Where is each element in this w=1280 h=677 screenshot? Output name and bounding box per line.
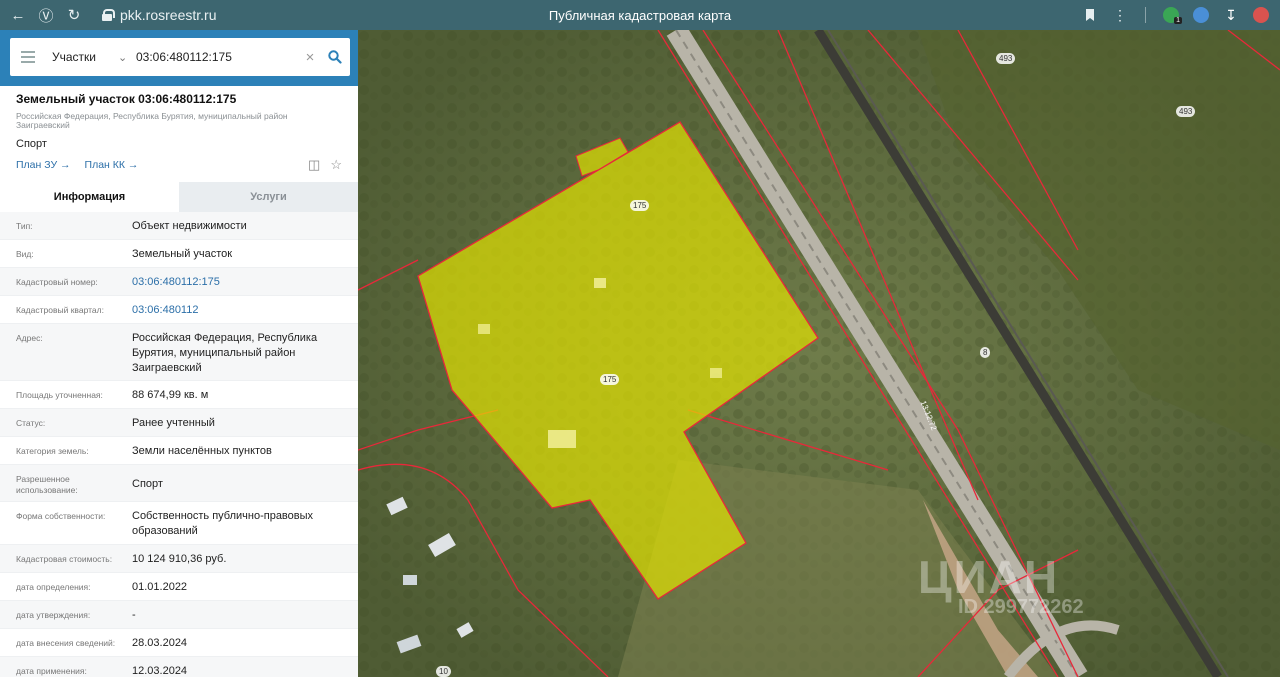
attr-row: Статус: Ранее учтенный [0, 408, 358, 437]
satellite-map [358, 30, 1280, 677]
yandex-icon[interactable]: Ⓥ [32, 0, 60, 30]
attr-value: Земельный участок [132, 247, 233, 260]
object-type-label: Участки [52, 50, 96, 64]
attr-value: Спорт [132, 477, 163, 490]
object-type-select[interactable]: Участки ⌄ [46, 50, 132, 64]
search-bar: Участки ⌄ 03:06:480112:175 × [0, 30, 358, 86]
parcel-number-label: 493 [996, 53, 1016, 64]
extension-badge: 1 [1174, 17, 1182, 24]
lock-icon [102, 9, 115, 21]
attr-label: Кадастровый номер: [16, 276, 98, 287]
plan-links: План ЗУ → План КК → ◫ ☆ [16, 157, 342, 173]
clearing [594, 278, 606, 288]
address-bar[interactable]: pkk.rosreestr.ru [102, 7, 216, 23]
menu-icon[interactable] [10, 38, 46, 76]
attr-label: Форма собственности: [16, 510, 106, 521]
tab-services[interactable]: Услуги [179, 181, 358, 212]
attr-label: дата утверждения: [16, 609, 91, 620]
attr-row: дата внесения сведений: 28.03.2024 [0, 629, 358, 657]
more-icon[interactable]: ⋮ [1107, 0, 1133, 30]
attr-row: Кадастровый номер: 03:06:480112:175 [0, 267, 358, 296]
clearing [548, 430, 576, 448]
attr-label: Вид: [16, 248, 34, 259]
extension-cloud-icon[interactable] [1188, 0, 1214, 30]
cadastral-number-link[interactable]: 03:06:480112:175 [132, 268, 358, 295]
attr-value: 01.01.2022 [132, 580, 188, 593]
attr-value: Российская Федерация, Республика Бурятия… [132, 331, 318, 375]
parcel-use: Спорт [16, 137, 47, 150]
browser-toolbar: ← Ⓥ ↻ pkk.rosreestr.ru Публичная кадастр… [0, 0, 1280, 30]
attr-row: дата определения: 01.01.2022 [0, 573, 358, 601]
attr-label: Адрес: [16, 332, 43, 343]
extension-avatar-icon[interactable] [1248, 0, 1274, 30]
attr-label: Статус: [16, 417, 46, 428]
zoom-to-icon[interactable]: ◫ [308, 157, 320, 173]
cadastral-quarter-link[interactable]: 03:06:480112 [132, 296, 358, 323]
parcel-number-label: 175 [630, 200, 650, 211]
attr-row: дата применения: 12.03.2024 [0, 656, 358, 677]
parcel-header: Земельный участок 03:06:480112:175 Росси… [0, 86, 358, 172]
attr-row: Категория земель: Земли населённых пункт… [0, 437, 358, 465]
attr-row: Форма собственности: Собственность публи… [0, 502, 358, 545]
attr-row: Тип: Объект недвижимости [0, 211, 358, 240]
extension-shield-icon[interactable]: 1 [1158, 0, 1184, 30]
attr-row: Адрес: Российская Федерация, Республика … [0, 323, 358, 381]
parcel-address: Российская Федерация, Республика Бурятия… [16, 111, 288, 131]
clearing [478, 324, 490, 334]
parcel-number-label: 493 [1176, 106, 1196, 117]
attr-value: Собственность публично-правовых образова… [132, 509, 314, 538]
extension-download-icon[interactable]: ↧ [1218, 0, 1244, 30]
attr-row: Площадь уточненная: 88 674,99 кв. м [0, 381, 358, 409]
search-button[interactable] [320, 38, 350, 76]
reload-icon[interactable]: ↻ [60, 0, 88, 30]
attr-row: Разрешенное использование: Спорт [0, 464, 358, 502]
info-panel: Участки ⌄ 03:06:480112:175 × Земельный у… [0, 30, 358, 677]
attr-label: Тип: [16, 220, 33, 231]
attr-value: Земли населённых пунктов [132, 444, 272, 457]
attr-value: 12.03.2024 [132, 664, 188, 677]
watermark-id: ID 299772262 [958, 596, 1084, 618]
tab-information[interactable]: Информация [0, 181, 179, 212]
search-icon [328, 50, 342, 64]
attr-label: Кадастровая стоимость: [16, 553, 113, 564]
attribute-table: Тип: Объект недвижимости Вид: Земельный … [0, 211, 358, 677]
star-icon[interactable]: ☆ [330, 157, 342, 173]
attr-value: Объект недвижимости [132, 219, 247, 232]
info-tabs: Информация Услуги [0, 181, 358, 212]
attr-row: Кадастровый квартал: 03:06:480112 [0, 296, 358, 324]
attr-label: Площадь уточненная: [16, 389, 103, 400]
parcel-number-label: 10 [436, 666, 451, 677]
toolbar-divider [1145, 7, 1146, 23]
attr-label: Кадастровый квартал: [16, 304, 104, 315]
attr-label: Категория земель: [16, 445, 89, 456]
attr-value: Ранее учтенный [132, 416, 215, 429]
attr-value: 28.03.2024 [132, 636, 188, 649]
parcel-title: Земельный участок 03:06:480112:175 [16, 92, 237, 106]
attr-label: дата внесения сведений: [16, 637, 116, 648]
attr-label: Разрешенное использование: [16, 473, 78, 496]
search-box: Участки ⌄ 03:06:480112:175 × [10, 38, 350, 76]
attr-row: Кадастровая стоимость: 10 124 910,36 руб… [0, 544, 358, 573]
attr-label: дата применения: [16, 665, 87, 676]
url-text: pkk.rosreestr.ru [120, 7, 217, 23]
attr-value: 88 674,99 кв. м [132, 388, 209, 401]
house [403, 575, 417, 585]
attr-row: дата утверждения: - [0, 600, 358, 629]
search-input[interactable]: 03:06:480112:175 [132, 50, 300, 64]
attr-value: - [132, 608, 136, 621]
chevron-down-icon: ⌄ [118, 51, 128, 64]
back-icon[interactable]: ← [4, 0, 32, 30]
clearing [710, 368, 722, 378]
bookmark-icon[interactable] [1077, 0, 1103, 30]
plan-kk-link[interactable]: План КК → [85, 159, 139, 171]
attr-value: 10 124 910,36 руб. [132, 552, 227, 565]
plan-zu-link[interactable]: План ЗУ → [16, 159, 71, 171]
map-view[interactable]: 175 175 13:12:72 493 493 8 10 ЦИАН ID 29… [358, 30, 1280, 677]
attr-label: дата определения: [16, 581, 91, 592]
attr-row: Вид: Земельный участок [0, 240, 358, 268]
parcel-number-label: 175 [600, 374, 620, 385]
clear-icon[interactable]: × [300, 49, 320, 66]
